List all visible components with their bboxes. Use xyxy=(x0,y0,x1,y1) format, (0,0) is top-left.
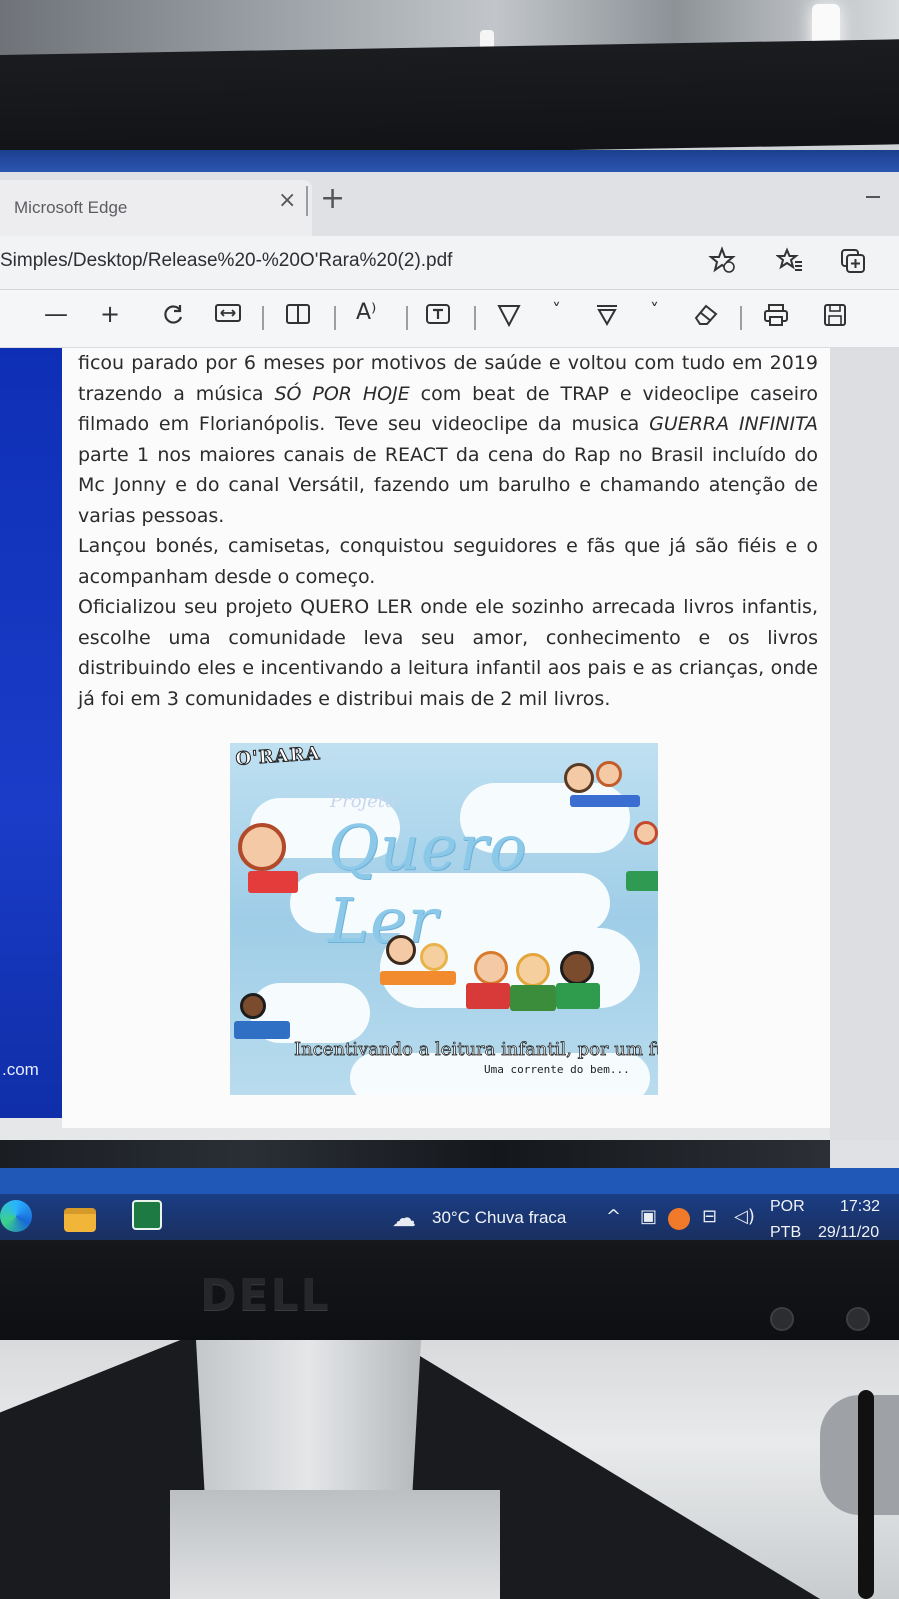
zoom-in-button[interactable]: + xyxy=(100,302,120,326)
monitor-button xyxy=(770,1307,794,1331)
chevron-up-icon[interactable]: ^ xyxy=(606,1208,621,1226)
toolbar-divider xyxy=(262,306,264,330)
url-text[interactable]: Simples/Desktop/Release%20-%20O'Rara%20(… xyxy=(0,250,452,272)
document-body: ficou parado por 6 meses por motivos de … xyxy=(78,348,818,714)
chevron-down-icon[interactable]: ˅ xyxy=(552,302,561,320)
tab-strip: Microsoft Edge × + xyxy=(0,172,899,236)
weather-icon[interactable]: ☁ xyxy=(392,1206,416,1230)
rotate-icon[interactable] xyxy=(160,302,186,332)
taskbar-accent xyxy=(0,1168,899,1194)
toolbar-divider xyxy=(474,306,476,330)
add-favorite-icon[interactable] xyxy=(708,246,736,280)
child-illustration xyxy=(634,821,658,845)
clock-time[interactable]: 17:32 xyxy=(840,1198,880,1216)
paragraph-text: parte 1 nos maiores canais de REACT da c… xyxy=(78,443,818,527)
paragraph: ficou parado por 6 meses por motivos de … xyxy=(78,348,818,531)
browser-tab[interactable]: Microsoft Edge xyxy=(0,180,312,236)
weather-text[interactable]: 30°C Chuva fraca xyxy=(432,1208,566,1228)
book-illustration xyxy=(570,795,640,807)
minimize-button[interactable] xyxy=(866,196,880,198)
child-illustration xyxy=(474,951,508,985)
excel-icon[interactable] xyxy=(132,1200,162,1230)
toolbar-divider xyxy=(334,306,336,330)
poster-title: Quero Ler xyxy=(328,811,528,957)
collections-icon[interactable] xyxy=(838,246,868,282)
paragraph: Oficializou seu projeto QUERO LER onde e… xyxy=(78,596,818,710)
add-text-icon[interactable] xyxy=(424,302,452,330)
volume-icon[interactable]: ◁) xyxy=(734,1208,755,1226)
toolbar-divider xyxy=(740,306,742,330)
poster-subtitle: Projeto xyxy=(330,791,396,812)
child-illustration xyxy=(560,951,594,985)
favorites-icon[interactable] xyxy=(775,246,804,280)
monitor-brand-logo: DELL xyxy=(200,1270,331,1321)
close-tab-icon[interactable]: × xyxy=(278,188,296,213)
file-explorer-icon[interactable] xyxy=(64,1208,96,1232)
orara-logo: O'RARA xyxy=(234,743,322,770)
child-illustration xyxy=(238,823,286,871)
previous-page-text: .com xyxy=(2,1060,39,1079)
book-illustration xyxy=(234,1021,290,1039)
book-illustration xyxy=(556,983,600,1009)
book-illustration xyxy=(626,871,658,891)
monitor-stand-foot xyxy=(170,1490,500,1599)
child-illustration xyxy=(564,763,594,793)
read-aloud-button[interactable]: A⁾ xyxy=(356,302,376,324)
poster-tagline: Uma corrente do bem... xyxy=(484,1063,630,1076)
paragraph: Lançou bonés, camisetas, conquistou segu… xyxy=(78,535,818,588)
page-view-icon[interactable] xyxy=(284,302,312,330)
eraser-icon[interactable] xyxy=(692,302,720,332)
toolbar-divider xyxy=(406,306,408,330)
draw-icon[interactable] xyxy=(496,302,522,332)
previous-page-edge xyxy=(0,348,62,1118)
child-illustration xyxy=(420,943,448,971)
window-accent xyxy=(0,150,899,172)
poster-slogan: Incentivando a leitura infantil, por um … xyxy=(294,1039,658,1061)
book-illustration xyxy=(380,971,456,985)
tab-title: Microsoft Edge xyxy=(14,198,128,217)
monitor-screen: Microsoft Edge × + Simples/Desktop/Relea… xyxy=(0,150,899,1245)
meet-now-icon[interactable]: ▣ xyxy=(640,1208,657,1226)
book-illustration xyxy=(466,983,510,1009)
quero-ler-poster: O'RARA Projeto Quero Ler Incentivando a … xyxy=(230,743,658,1095)
print-icon[interactable] xyxy=(762,302,790,332)
child-illustration xyxy=(240,993,266,1019)
desktop-wallpaper xyxy=(830,1140,899,1168)
book-illustration xyxy=(248,871,298,893)
child-illustration xyxy=(386,935,416,965)
song-title: SÓ POR HOJE xyxy=(274,382,410,405)
edge-icon[interactable] xyxy=(0,1200,32,1232)
zoom-out-button[interactable]: — xyxy=(44,302,68,326)
app-tray-icon[interactable] xyxy=(668,1208,690,1230)
song-title: GUERRA INFINITA xyxy=(649,413,818,435)
monitor-stand-neck xyxy=(196,1340,421,1500)
language-indicator[interactable]: POR xyxy=(770,1198,805,1216)
monitor-bezel-bottom xyxy=(0,1240,899,1340)
book-illustration xyxy=(510,985,556,1011)
network-icon[interactable]: ⊟ xyxy=(702,1208,717,1226)
highlight-icon[interactable] xyxy=(594,302,620,332)
monitor-power-button xyxy=(846,1307,870,1331)
child-illustration xyxy=(596,761,622,787)
chevron-down-icon[interactable]: ˅ xyxy=(650,302,659,320)
windows-taskbar: ☁ 30°C Chuva fraca ^ ▣ ⊟ ◁) POR PTB 17:3… xyxy=(0,1168,899,1245)
tab-divider xyxy=(306,186,308,216)
pdf-toolbar: — + A⁾ ˅ ˅ xyxy=(0,290,899,348)
save-icon[interactable] xyxy=(822,302,848,332)
cable xyxy=(858,1390,874,1599)
pdf-page: ficou parado por 6 meses por motivos de … xyxy=(62,348,830,1128)
address-bar[interactable]: Simples/Desktop/Release%20-%20O'Rara%20(… xyxy=(0,236,899,290)
fit-width-icon[interactable] xyxy=(214,302,242,328)
child-illustration xyxy=(516,953,550,987)
monitor-bezel-top xyxy=(0,39,899,161)
viewer-margin xyxy=(830,348,899,1160)
new-tab-icon[interactable]: + xyxy=(320,184,345,214)
desktop-wallpaper xyxy=(0,1140,830,1168)
